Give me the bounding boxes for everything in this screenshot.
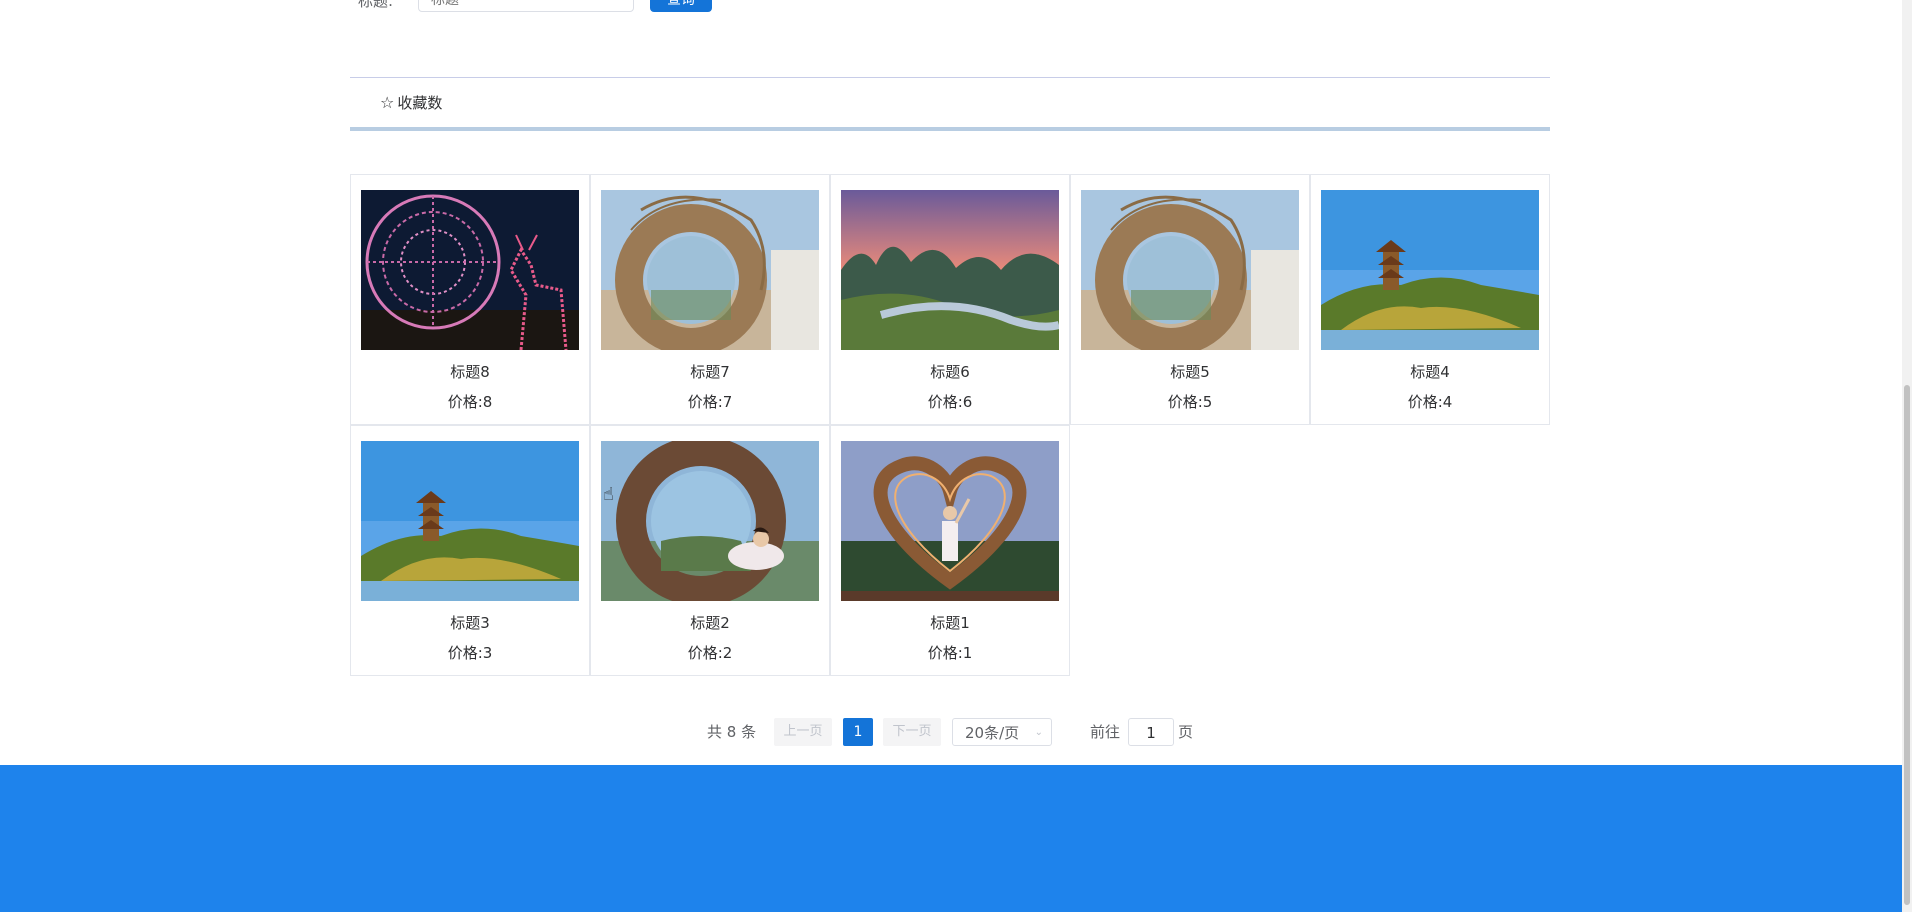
prev-page-button[interactable]: 上一页 [774, 718, 832, 746]
product-image[interactable] [601, 190, 819, 350]
sort-bar: ☆ 收藏数 [350, 77, 1550, 131]
chevron-down-icon: ⌄ [1034, 727, 1043, 738]
product-title[interactable]: 标题1 [831, 612, 1069, 633]
product-card[interactable]: 标题3 价格:3 [350, 425, 590, 676]
product-title[interactable]: 标题6 [831, 361, 1069, 382]
product-title[interactable]: 标题4 [1311, 361, 1549, 382]
page-size-value: 20条/页 [965, 724, 1020, 742]
product-card[interactable]: 标题2 价格:2 [590, 425, 830, 676]
product-title[interactable]: 标题3 [351, 612, 589, 633]
product-price: 价格:7 [687, 393, 733, 411]
goto-prefix: 前往 [1090, 723, 1121, 741]
product-card[interactable]: 标题4 价格:4 [1310, 174, 1550, 425]
page-1-button[interactable]: 1 [843, 718, 873, 746]
product-title[interactable]: 标题5 [1071, 361, 1309, 382]
product-price: 价格:8 [447, 393, 493, 411]
product-card[interactable]: 标题1 价格:1 [830, 425, 1070, 676]
scrollbar-thumb[interactable] [1904, 385, 1910, 905]
goto-page-input[interactable]: 1 [1128, 718, 1174, 746]
search-label: 标题: [358, 0, 394, 10]
product-card[interactable]: 标题6 价格:6 [830, 174, 1070, 425]
product-price: 价格:2 [687, 644, 733, 662]
product-price: 价格:3 [447, 644, 493, 662]
search-button[interactable]: 查询 [650, 0, 712, 12]
sort-item-label: 收藏数 [397, 94, 443, 112]
product-price: 价格:5 [1167, 393, 1213, 411]
page-size-select[interactable]: 20条/页 ⌄ [952, 718, 1052, 746]
product-image[interactable] [1321, 190, 1539, 350]
product-image[interactable] [841, 190, 1059, 350]
pagination-total: 共 8 条 [707, 723, 757, 741]
product-image[interactable] [841, 441, 1059, 601]
product-card[interactable]: 标题5 价格:5 [1070, 174, 1310, 425]
next-page-button[interactable]: 下一页 [883, 718, 941, 746]
product-title[interactable]: 标题8 [351, 361, 589, 382]
product-title[interactable]: 标题7 [591, 361, 829, 382]
product-price: 价格:1 [927, 644, 973, 662]
hand-cursor-icon: ☝ [603, 484, 614, 505]
product-image[interactable] [1081, 190, 1299, 350]
pagination: 共 8 条 上一页 1 下一页 20条/页 ⌄ 前往 1 页 [0, 718, 1912, 746]
footer [0, 765, 1902, 912]
page-scrollbar[interactable] [1902, 0, 1912, 912]
product-price: 价格:4 [1407, 393, 1453, 411]
product-price: 价格:6 [927, 393, 973, 411]
goto-suffix: 页 [1178, 723, 1194, 741]
product-image[interactable] [361, 190, 579, 350]
product-image[interactable] [361, 441, 579, 601]
search-input[interactable] [418, 0, 634, 12]
sort-by-favorites[interactable]: ☆ 收藏数 [380, 92, 442, 113]
product-card[interactable]: 标题7 价格:7 [590, 174, 830, 425]
star-outline-icon: ☆ [380, 93, 395, 112]
product-title[interactable]: 标题2 [591, 612, 829, 633]
product-image[interactable] [601, 441, 819, 601]
product-card[interactable]: 标题8 价格:8 [350, 174, 590, 425]
